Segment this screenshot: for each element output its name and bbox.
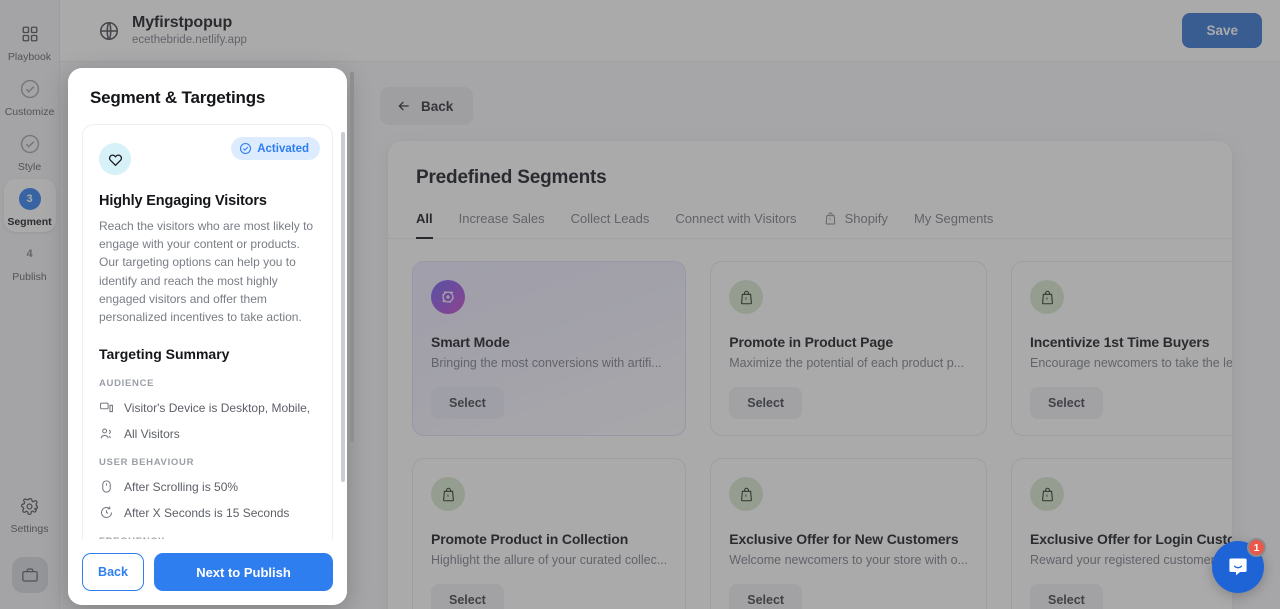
segment-name: Highly Engaging Visitors [99, 193, 316, 209]
heart-icon [99, 143, 131, 175]
criterion-text: All Visitors [124, 427, 180, 441]
status-badge-label: Activated [257, 143, 309, 155]
drawer-scrollbar[interactable] [341, 132, 345, 482]
segment-targetings-drawer: Segment & Targetings Activated H [68, 68, 347, 605]
segment-summary-card: Activated Highly Engaging Visitors Reach… [82, 124, 333, 539]
group-label-frequency: FREQUENCY [99, 536, 316, 539]
criterion-text: After X Seconds is 15 Seconds [124, 506, 289, 520]
check-circle-icon [239, 142, 252, 155]
criterion-row: After Scrolling is 50% [99, 479, 316, 494]
drawer-title: Segment & Targetings [68, 68, 347, 124]
criterion-text: Visitor's Device is Desktop, Mobile, [124, 401, 310, 415]
next-to-publish-button[interactable]: Next to Publish [154, 553, 333, 591]
drawer-back-button[interactable]: Back [82, 553, 144, 591]
chat-unread-badge: 1 [1247, 538, 1266, 557]
app-root: Myfirstpopup ecethebride.netlify.app Sav… [0, 0, 1280, 609]
timer-icon [99, 505, 114, 520]
page-scrollbar[interactable] [350, 72, 354, 442]
mouse-icon [99, 479, 114, 494]
segment-description: Reach the visitors who are most likely t… [99, 217, 316, 326]
users-icon [99, 426, 114, 441]
drawer-footer: Back Next to Publish [68, 539, 347, 605]
chat-launcher-button[interactable]: 1 [1212, 541, 1264, 593]
criterion-row: After X Seconds is 15 Seconds [99, 505, 316, 520]
group-label-audience: AUDIENCE [99, 378, 316, 389]
device-icon [99, 400, 114, 415]
drawer-body: Activated Highly Engaging Visitors Reach… [68, 124, 347, 539]
criterion-text: After Scrolling is 50% [124, 480, 238, 494]
status-badge: Activated [231, 137, 320, 160]
criterion-row: All Visitors [99, 426, 316, 441]
targeting-summary-title: Targeting Summary [99, 346, 316, 362]
criterion-row: Visitor's Device is Desktop, Mobile, [99, 400, 316, 415]
group-label-user-behaviour: USER BEHAVIOUR [99, 457, 316, 468]
chat-icon [1226, 555, 1250, 579]
